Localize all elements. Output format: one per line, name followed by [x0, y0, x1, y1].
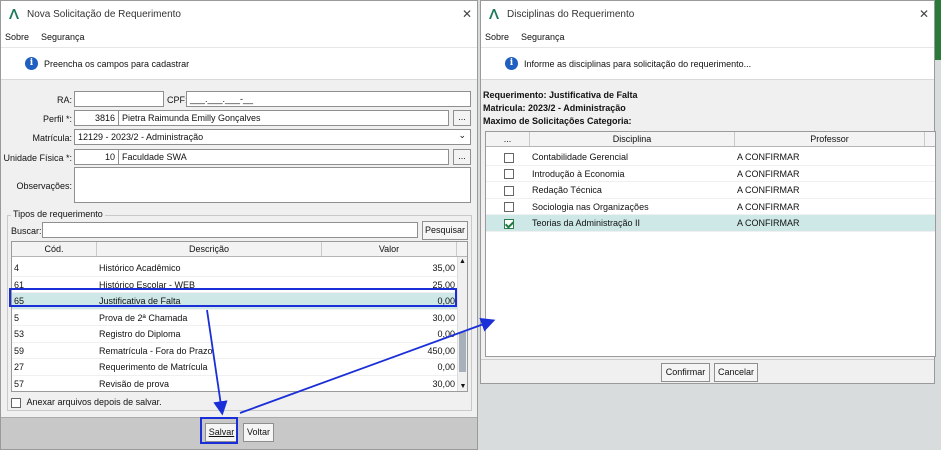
arrow-to-salvar [206, 309, 228, 416]
arrow-to-disciplinas [239, 317, 496, 414]
annotation-arrows [206, 309, 496, 416]
